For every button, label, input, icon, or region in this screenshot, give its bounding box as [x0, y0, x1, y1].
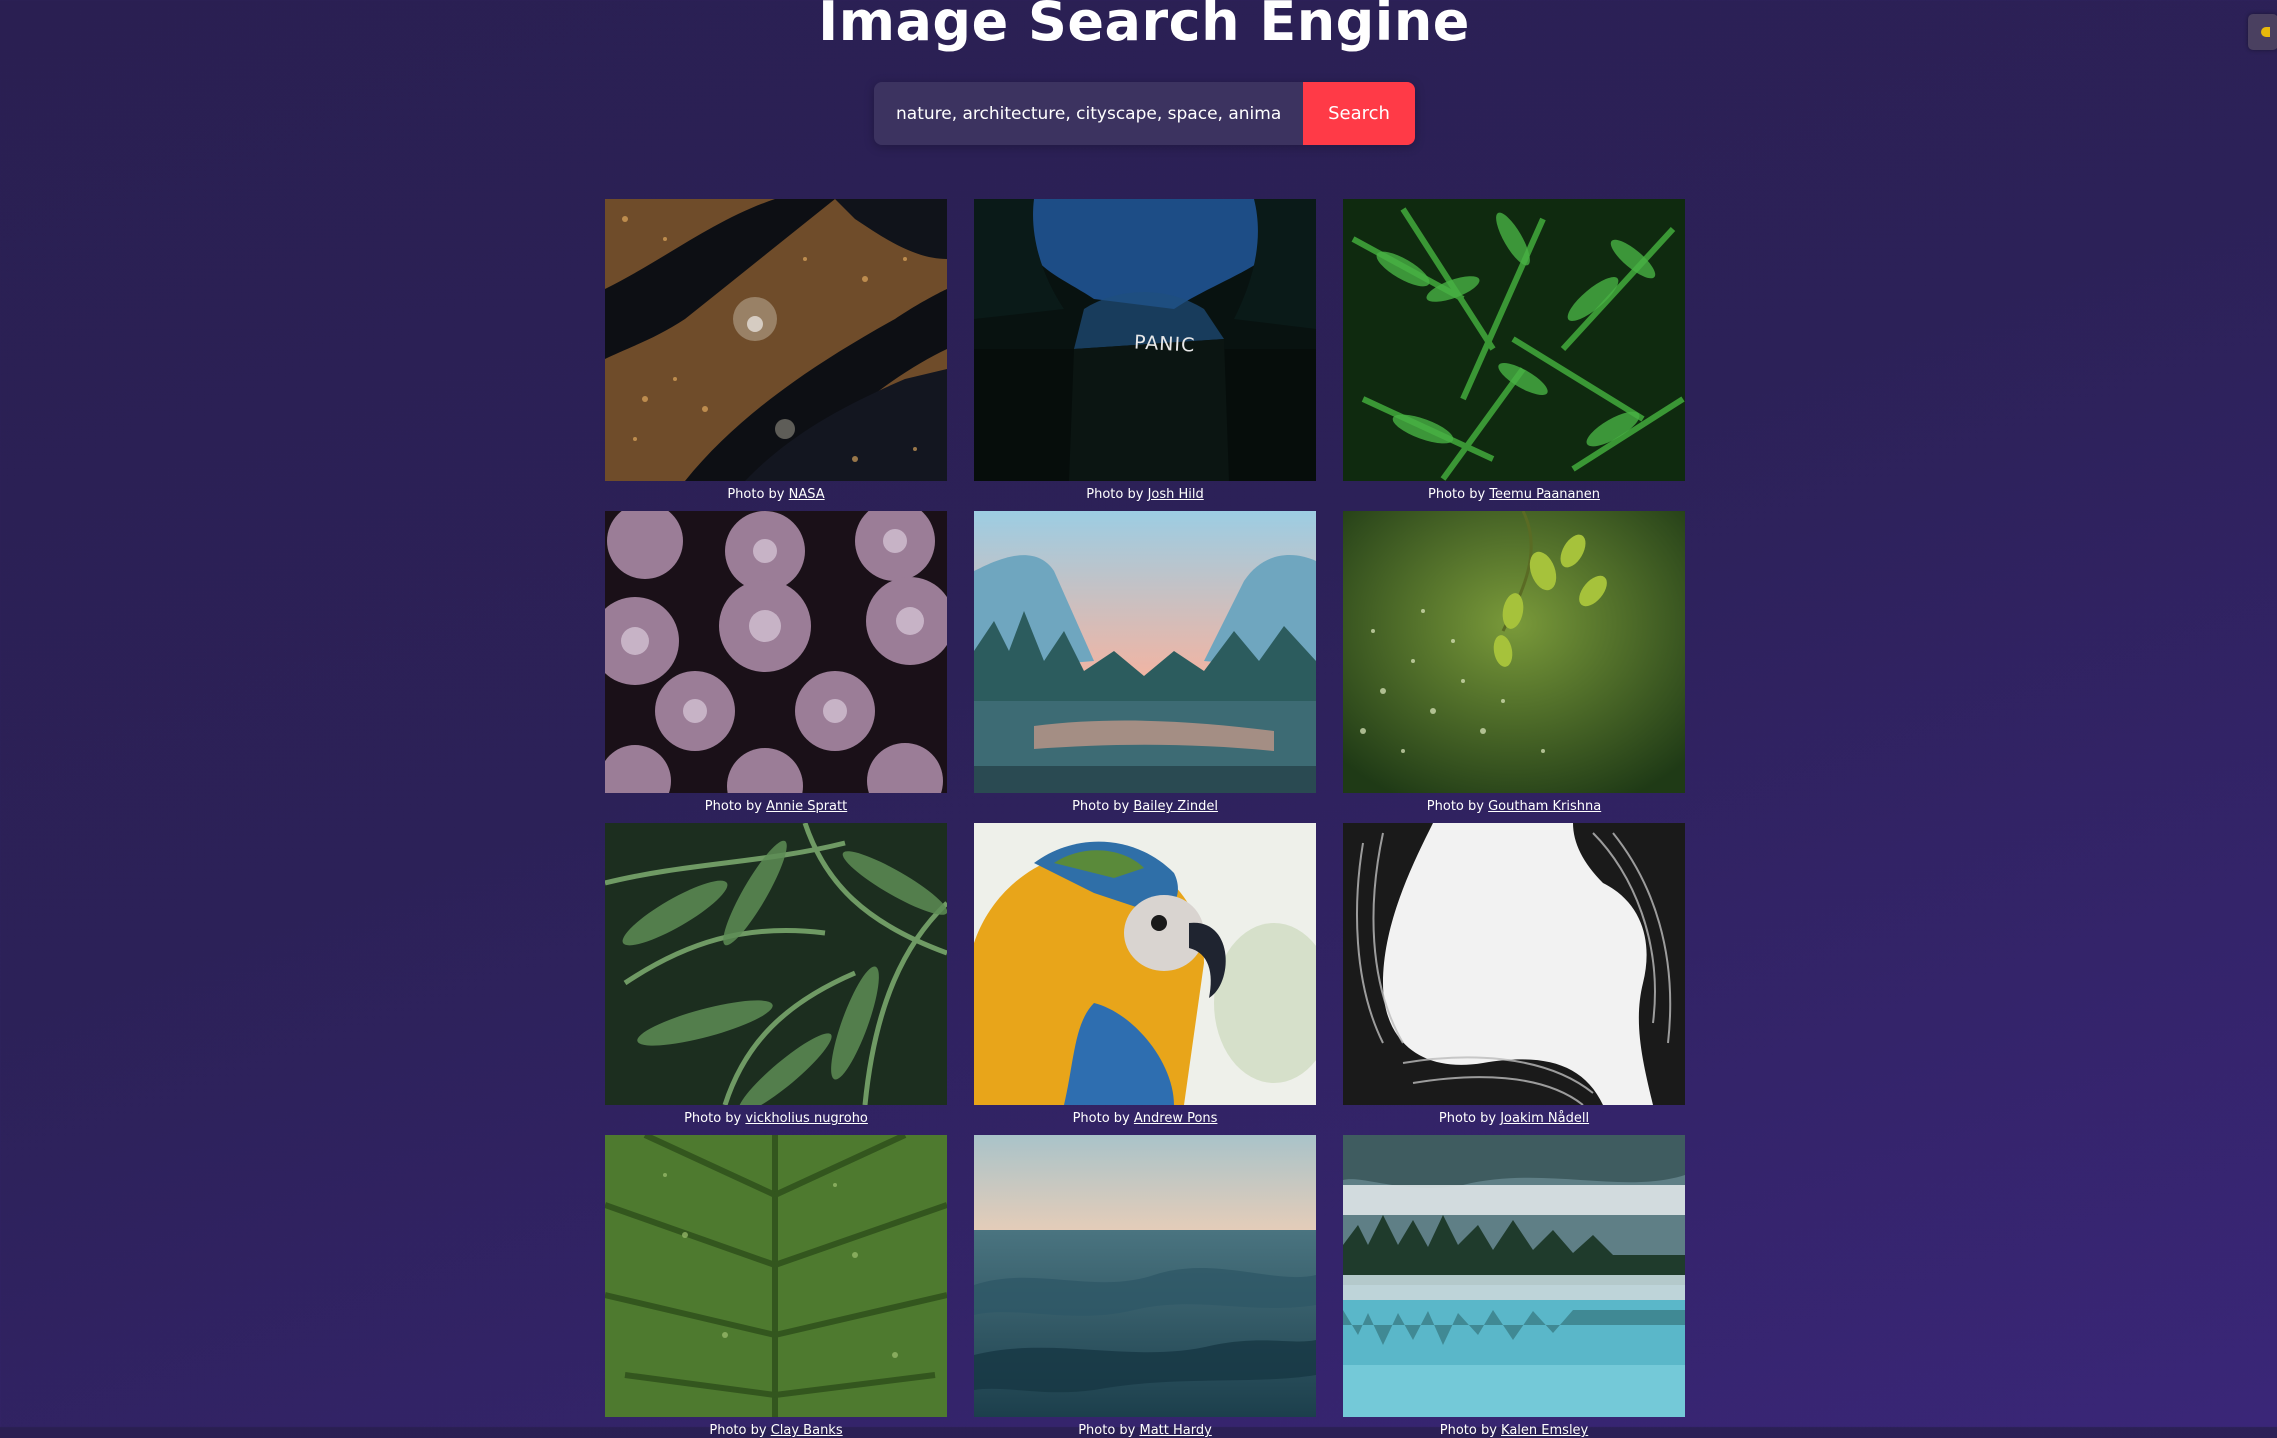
- credit-prefix: Photo by: [709, 1423, 767, 1438]
- photo-credit: Photo by NASA: [605, 487, 947, 502]
- author-link[interactable]: Andrew Pons: [1134, 1111, 1218, 1126]
- photo-misty-lake-forest[interactable]: [1343, 1135, 1685, 1417]
- half-moon-icon: [2261, 27, 2270, 37]
- result-card: Photo by Matt Hardy: [974, 1135, 1316, 1438]
- photo-mountain-valley-river[interactable]: [974, 511, 1316, 793]
- credit-prefix: Photo by: [1426, 799, 1484, 814]
- photo-city-lights-from-space[interactable]: [605, 199, 947, 481]
- photo-credit: Photo by Andrew Pons: [974, 1111, 1316, 1126]
- result-card: Photo by Bailey Zindel: [974, 511, 1316, 814]
- credit-prefix: Photo by: [727, 487, 785, 502]
- result-card: Photo by Kalen Emsley: [1343, 1135, 1685, 1438]
- photo-purple-succulents[interactable]: [605, 511, 947, 793]
- search-form: Search: [874, 82, 1415, 145]
- result-card: PANIC Photo by Josh Hild: [974, 199, 1316, 502]
- photo-credit: Photo by Kalen Emsley: [1343, 1423, 1685, 1438]
- photo-credit: Photo by Bailey Zindel: [974, 799, 1316, 814]
- result-card: Photo by Annie Spratt: [605, 511, 947, 814]
- credit-prefix: Photo by: [1439, 1423, 1497, 1438]
- author-link[interactable]: Kalen Emsley: [1501, 1423, 1588, 1438]
- author-link[interactable]: Josh Hild: [1148, 487, 1204, 502]
- credit-prefix: Photo by: [1078, 1423, 1136, 1438]
- author-link[interactable]: Matt Hardy: [1140, 1423, 1212, 1438]
- search-input[interactable]: [874, 82, 1303, 145]
- photo-credit: Photo by Teemu Paananen: [1343, 487, 1685, 502]
- credit-prefix: Photo by: [1438, 1111, 1497, 1126]
- photo-credit: Photo by Clay Banks: [605, 1423, 947, 1438]
- photo-credit: Photo by Goutham Krishna: [1343, 799, 1685, 814]
- credit-prefix: Photo by: [1072, 1111, 1130, 1126]
- credit-prefix: Photo by: [1428, 487, 1486, 502]
- author-link[interactable]: Teemu Paananen: [1489, 487, 1600, 502]
- theme-toggle[interactable]: [2248, 14, 2277, 50]
- photo-curved-building[interactable]: [1343, 823, 1685, 1105]
- result-card: Photo by NASA: [605, 199, 947, 502]
- page-title: Image Search Engine: [818, 0, 1470, 53]
- author-link[interactable]: Goutham Krishna: [1488, 799, 1601, 814]
- result-card: Photo by vickholius nugroho: [605, 823, 947, 1126]
- photo-credit: Photo by Annie Spratt: [605, 799, 947, 814]
- photo-blue-yellow-macaw[interactable]: [974, 823, 1316, 1105]
- photo-palm-leaves[interactable]: [605, 823, 947, 1105]
- photo-green-ferns[interactable]: [1343, 199, 1685, 481]
- result-card: Photo by Teemu Paananen: [1343, 199, 1685, 502]
- photo-dark-building-panic-sign[interactable]: PANIC: [974, 199, 1316, 481]
- photo-green-leaf-closeup[interactable]: [605, 1135, 947, 1417]
- author-link[interactable]: Clay Banks: [771, 1423, 843, 1438]
- credit-prefix: Photo by: [704, 799, 762, 814]
- photo-credit: Photo by Josh Hild: [974, 487, 1316, 502]
- credit-prefix: Photo by: [1072, 799, 1130, 814]
- result-card: Photo by Clay Banks: [605, 1135, 947, 1438]
- photo-ocean-waves[interactable]: [974, 1135, 1316, 1417]
- photo-credit: Photo by Joakim Nådell: [1343, 1111, 1685, 1126]
- author-link[interactable]: Annie Spratt: [766, 799, 847, 814]
- author-link[interactable]: Joakim Nådell: [1500, 1111, 1589, 1126]
- author-link[interactable]: vickholius nugroho: [745, 1111, 867, 1126]
- photo-bokeh-leaves[interactable]: [1343, 511, 1685, 793]
- search-button[interactable]: Search: [1303, 82, 1415, 145]
- credit-prefix: Photo by: [684, 1111, 742, 1126]
- panic-sign-text: PANIC: [1133, 331, 1196, 357]
- credit-prefix: Photo by: [1086, 487, 1144, 502]
- photo-credit: Photo by Matt Hardy: [974, 1423, 1316, 1438]
- results-grid: Photo by NASA PANIC Photo by Josh Hild P…: [605, 199, 1685, 1438]
- author-link[interactable]: NASA: [789, 487, 825, 502]
- author-link[interactable]: Bailey Zindel: [1133, 799, 1218, 814]
- photo-credit: Photo by vickholius nugroho: [605, 1111, 947, 1126]
- result-card: Photo by Andrew Pons: [974, 823, 1316, 1126]
- result-card: Photo by Joakim Nådell: [1343, 823, 1685, 1126]
- result-card: Photo by Goutham Krishna: [1343, 511, 1685, 814]
